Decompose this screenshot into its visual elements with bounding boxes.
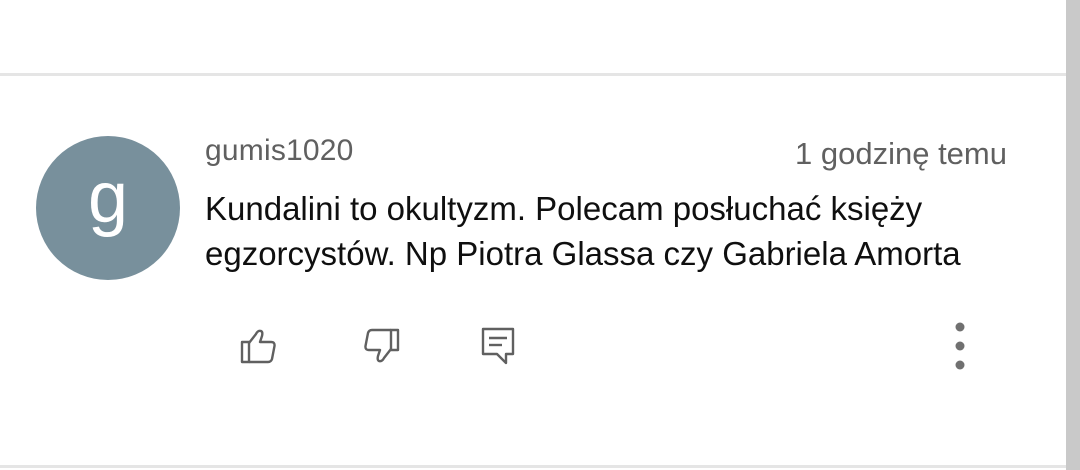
comment-timestamp: 1 godzinę temu — [795, 136, 1007, 171]
avatar[interactable]: g — [36, 136, 180, 280]
previous-content-area — [0, 0, 1066, 73]
thumbs-down-icon — [364, 328, 400, 363]
comment-text-line-2: egzorcystów. Np Piotra Glassa czy Gabrie… — [205, 235, 961, 272]
comment-page: g gumis1020 1 godzinę temu Kundalini to … — [0, 0, 1080, 470]
avatar-letter: g — [87, 158, 129, 238]
more-vertical-icon — [955, 322, 965, 370]
reply-comment-icon — [481, 327, 515, 365]
more-options-button[interactable] — [930, 316, 990, 376]
comment-actions — [0, 312, 1066, 382]
like-button[interactable] — [228, 316, 288, 376]
comment-text: Kundalini to okultyzm. Polecam posłuchać… — [205, 186, 1035, 276]
comment-author[interactable]: gumis1020 — [205, 134, 354, 168]
dislike-button[interactable] — [352, 316, 412, 376]
thumbs-up-icon — [240, 329, 276, 364]
scrollbar[interactable] — [1066, 0, 1080, 470]
bottom-divider — [0, 465, 1066, 468]
comment-text-line-1: Kundalini to okultyzm. Polecam posłuchać… — [205, 190, 923, 227]
comment-item: g gumis1020 1 godzinę temu Kundalini to … — [0, 76, 1066, 465]
reply-button[interactable] — [468, 316, 528, 376]
